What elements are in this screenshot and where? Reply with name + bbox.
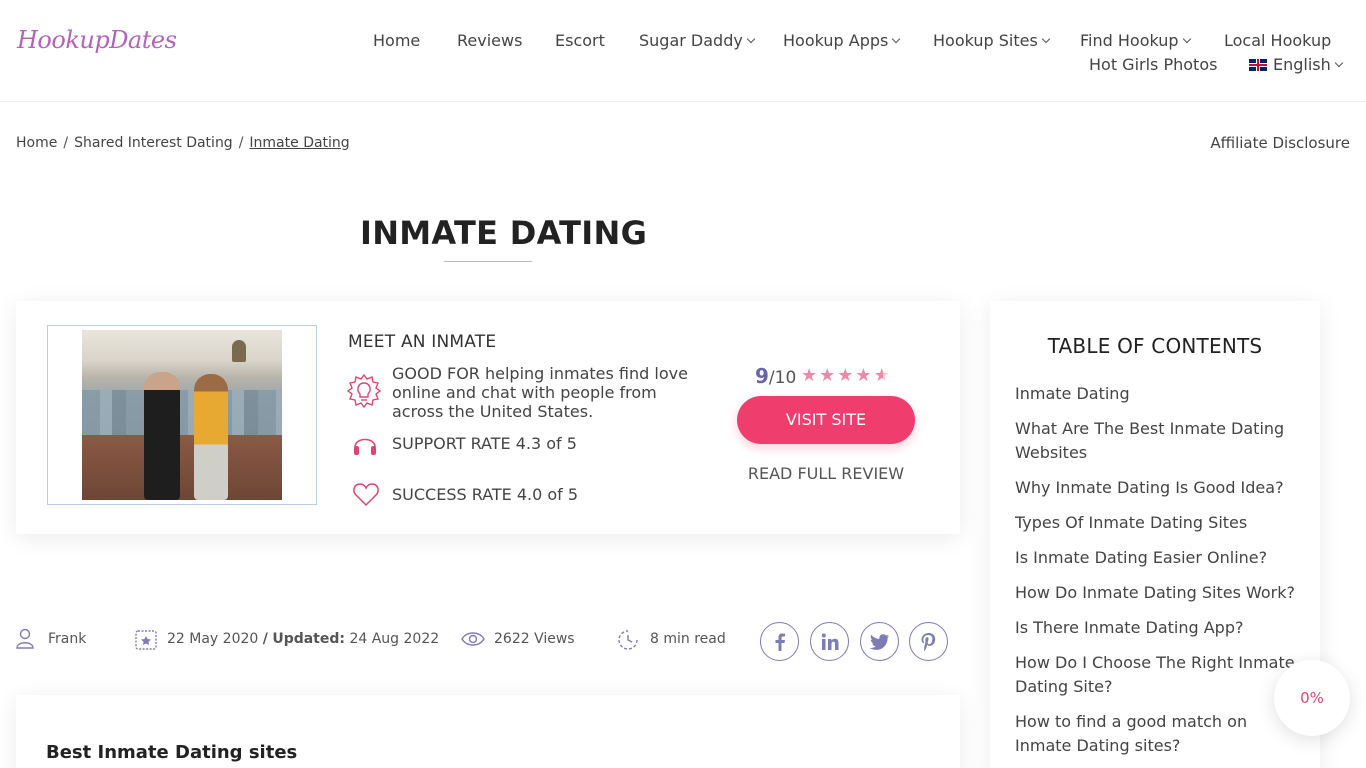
toc-item[interactable]: What Are The Best Inmate Dating Websites [1015,417,1305,465]
woman-figure [194,374,228,500]
nav-find-hookup[interactable]: Find Hookup [1080,31,1191,50]
cathedral-dome [232,340,246,362]
logo-text: HookupDates [17,26,177,54]
eye-icon [461,632,485,646]
heart-icon [353,483,379,507]
breadcrumb-current[interactable]: Inmate Dating [249,135,349,151]
view-count: 2622 Views [494,631,575,647]
site-header: HookupDates Home Reviews Escort Sugar Da… [0,0,1366,102]
good-for-text: GOOD FOR helping inmates find love onlin… [392,364,688,421]
nav-hookup-apps[interactable]: Hookup Apps [783,31,901,50]
toc-item[interactable]: Types Of Inmate Dating Sites [1015,511,1305,535]
success-rate: SUCCESS RATE 4.0 of 5 [392,485,579,504]
chevron-down-icon [1041,34,1051,44]
nav-sugar-daddy[interactable]: Sugar Daddy [639,31,756,50]
updated-date: 24 Aug 2022 [349,631,440,647]
chevron-down-icon [892,34,901,44]
nav-sugar-daddy-label: Sugar Daddy [639,31,743,50]
nav-hookup-sites[interactable]: Hookup Sites [933,31,1051,50]
nav-escort[interactable]: Escort [555,31,605,50]
breadcrumb-separator: / [238,135,244,151]
support-rate: SUPPORT RATE 4.3 of 5 [392,434,577,453]
site-logo[interactable]: HookupDates [17,26,177,54]
man-figure [144,372,180,500]
author-name[interactable]: Frank [48,631,86,647]
user-icon [16,628,34,649]
nav-reviews[interactable]: Reviews [457,31,522,50]
rooftops [82,390,282,440]
pinterest-share-button[interactable] [909,622,948,661]
toc-item[interactable]: Is Inmate Dating Easier Online? [1015,546,1305,570]
breadcrumb-shared-interest[interactable]: Shared Interest Dating [74,135,233,151]
toc-list: Inmate Dating What Are The Best Inmate D… [1015,382,1305,768]
couple-photo [82,330,282,500]
read-full-review-link[interactable]: READ FULL REVIEW [737,464,915,483]
calendar-icon [135,630,157,650]
facebook-icon [775,633,785,651]
clock-icon [618,630,638,650]
publish-dates: 22 May 2020 / Updated: 24 Aug 2022 [167,631,439,647]
headphones-icon [354,438,376,455]
star-icon: ★ [855,365,874,386]
chevron-down-icon [746,34,756,44]
reading-progress-indicator[interactable]: 0% [1274,660,1350,736]
affiliate-disclosure-link[interactable]: Affiliate Disclosure [1210,134,1350,152]
nav-hookup-sites-label: Hookup Sites [933,31,1038,50]
score-value: 9 [755,364,769,388]
toc-item[interactable]: Inmate Dating [1015,382,1305,406]
review-card: MEET AN INMATE GOOD FOR helping inmates … [16,301,960,534]
score-max: /10 [768,368,797,388]
toc-title: TABLE OF CONTENTS [1047,334,1263,358]
pinterest-icon [921,633,936,651]
read-time: 8 min read [650,631,726,647]
toc-item[interactable]: Why Inmate Dating Is Good Idea? [1015,476,1305,500]
lightbulb-icon [346,373,382,409]
toc-item[interactable]: Is There Inmate Dating App? [1015,616,1305,640]
brick-wall [82,435,282,500]
toc-item[interactable]: How to find a good match on Inmate Datin… [1015,710,1305,758]
nav-hot-girls-photos[interactable]: Hot Girls Photos [1089,55,1217,74]
title-divider [444,261,532,262]
site-image-frame[interactable] [47,325,317,505]
toc-item[interactable]: How Do Inmate Dating Sites Work? [1015,581,1305,605]
published-date: 22 May 2020 [167,631,259,647]
visit-site-button[interactable]: VISIT SITE [737,396,915,444]
nav-find-hookup-label: Find Hookup [1080,31,1179,50]
twitter-icon [869,634,889,650]
breadcrumb-home[interactable]: Home [16,135,57,151]
star-icon: ★ [837,365,856,386]
table-of-contents: TABLE OF CONTENTS Inmate Dating What Are… [990,301,1320,768]
nav-local-hookup[interactable]: Local Hookup [1224,31,1331,50]
star-rating: ★★★★★ [801,365,892,386]
site-name[interactable]: MEET AN INMATE [348,332,496,352]
language-label: English [1273,55,1331,74]
breadcrumb: Home / Shared Interest Dating / Inmate Datin… [16,135,350,151]
updated-separator: / [262,631,268,647]
toc-item[interactable]: How Do I Choose The Right Inmate Dating … [1015,651,1305,699]
nav-hookup-apps-label: Hookup Apps [783,31,889,50]
half-star-icon: ★ [873,365,892,386]
nav-home[interactable]: Home [373,31,420,50]
score: 9/10 [755,364,796,388]
facebook-share-button[interactable] [760,622,799,661]
linkedin-share-button[interactable] [810,622,849,661]
linkedin-icon [821,633,839,650]
star-icon: ★ [801,365,820,386]
content-card: Best Inmate Dating sites [16,695,960,768]
chevron-down-icon [1334,58,1344,68]
section-heading: Best Inmate Dating sites [46,742,298,763]
breadcrumb-separator: / [63,135,69,151]
page-title: INMATE DATING [360,214,648,252]
star-icon: ★ [819,365,838,386]
uk-flag-icon [1249,59,1267,71]
language-selector[interactable]: English [1249,55,1344,74]
twitter-share-button[interactable] [860,622,899,661]
chevron-down-icon [1182,34,1191,44]
updated-label: Updated: [272,631,345,647]
